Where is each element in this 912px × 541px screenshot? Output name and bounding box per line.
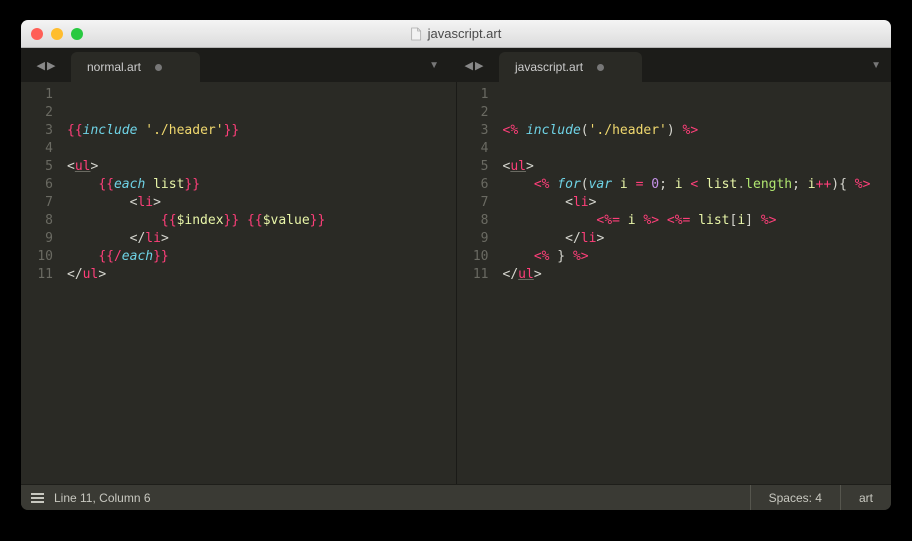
window-title-text: javascript.art xyxy=(428,26,502,41)
indent-setting[interactable]: Spaces: 4 xyxy=(750,485,840,510)
gutter: 1234567891011 xyxy=(21,86,65,484)
line-number: 1 xyxy=(21,86,53,104)
traffic-lights xyxy=(31,28,83,40)
editors-container: 1234567891011 {{include './header'}}<ul>… xyxy=(21,82,891,484)
line-number: 11 xyxy=(21,266,53,284)
editor-pane-right: 1234567891011 <% include('./header') %><… xyxy=(457,82,892,484)
nav-back-icon[interactable]: ◀ xyxy=(37,59,45,72)
code-area[interactable]: 1234567891011 {{include './header'}} <ul>… xyxy=(21,82,456,484)
minimize-icon[interactable] xyxy=(51,28,63,40)
code[interactable]: <% include('./header') %> <ul> <% for(var… xyxy=(501,86,892,484)
line-number: 10 xyxy=(21,248,53,266)
code-line xyxy=(67,140,456,158)
line-number: 6 xyxy=(457,176,489,194)
line-number: 5 xyxy=(21,158,53,176)
line-number: 3 xyxy=(21,122,53,140)
code-line xyxy=(67,86,456,104)
file-icon xyxy=(411,27,422,41)
code-line: </li> xyxy=(503,230,892,248)
chevron-down-icon[interactable]: ▼ xyxy=(429,60,439,71)
dirty-indicator-icon xyxy=(155,64,162,71)
indent-label: Spaces: 4 xyxy=(769,491,822,505)
code-line: </ul> xyxy=(67,266,456,284)
editor-pane-left: 1234567891011 {{include './header'}} <ul>… xyxy=(21,82,457,484)
code-line: {{/each}} xyxy=(67,248,456,266)
tab-javascript-art[interactable]: javascript.art xyxy=(499,52,642,82)
nav-back-icon[interactable]: ◀ xyxy=(465,59,473,72)
tab-label: javascript.art xyxy=(515,60,583,74)
status-bar: Line 11, Column 6 Spaces: 4 art xyxy=(21,484,891,510)
code-area[interactable]: 1234567891011 <% include('./header') %><… xyxy=(457,82,892,484)
code-line: </li> xyxy=(67,230,456,248)
tab-label: normal.art xyxy=(87,60,141,74)
tab-filler-left: ▼ xyxy=(200,48,449,82)
line-number: 2 xyxy=(21,104,53,122)
cursor-position[interactable]: Line 11, Column 6 xyxy=(54,491,151,505)
code-line: <li> xyxy=(503,194,892,212)
line-number: 9 xyxy=(21,230,53,248)
code-line xyxy=(503,104,892,122)
nav-forward-icon[interactable]: ▶ xyxy=(475,59,483,72)
nav-forward-icon[interactable]: ▶ xyxy=(47,59,55,72)
zoom-icon[interactable] xyxy=(71,28,83,40)
gutter: 1234567891011 xyxy=(457,86,501,484)
syntax-setting[interactable]: art xyxy=(840,485,891,510)
pane-nav-right: ◀ ▶ xyxy=(449,48,499,82)
status-left: Line 11, Column 6 xyxy=(21,491,151,505)
pane-nav-left: ◀ ▶ xyxy=(21,48,71,82)
line-number: 8 xyxy=(457,212,489,230)
code-line: </ul> xyxy=(503,266,892,284)
code-line: {{$index}} {{$value}} xyxy=(67,212,456,230)
line-number: 9 xyxy=(457,230,489,248)
code-line: <% } %> xyxy=(503,248,892,266)
code-line xyxy=(503,86,892,104)
chevron-down-icon[interactable]: ▼ xyxy=(871,60,881,71)
code-line: <% for(var i = 0; i < list.length; i++){… xyxy=(503,176,892,194)
tab-normal-art[interactable]: normal.art xyxy=(71,52,200,82)
dirty-indicator-icon xyxy=(597,64,604,71)
code-line: {{include './header'}} xyxy=(67,122,456,140)
line-number: 1 xyxy=(457,86,489,104)
code-line: <% include('./header') %> xyxy=(503,122,892,140)
line-number: 2 xyxy=(457,104,489,122)
code-line: <ul> xyxy=(67,158,456,176)
code-line: {{each list}} xyxy=(67,176,456,194)
tab-strip: ◀ ▶ normal.art ▼ ◀ ▶ javascript.art ▼ xyxy=(21,48,891,82)
code-line: <ul> xyxy=(503,158,892,176)
line-number: 4 xyxy=(457,140,489,158)
code-line xyxy=(503,140,892,158)
syntax-label: art xyxy=(859,491,873,505)
editor-window: javascript.art ◀ ▶ normal.art ▼ ◀ ▶ java… xyxy=(21,20,891,510)
code[interactable]: {{include './header'}} <ul> {{each list}}… xyxy=(65,86,456,484)
titlebar: javascript.art xyxy=(21,20,891,48)
window-title: javascript.art xyxy=(411,26,502,41)
tab-filler-right: ▼ xyxy=(642,48,891,82)
line-number: 3 xyxy=(457,122,489,140)
line-number: 10 xyxy=(457,248,489,266)
line-number: 7 xyxy=(21,194,53,212)
line-number: 5 xyxy=(457,158,489,176)
line-number: 6 xyxy=(21,176,53,194)
line-number: 7 xyxy=(457,194,489,212)
close-icon[interactable] xyxy=(31,28,43,40)
code-line: <%= i %> <%= list[i] %> xyxy=(503,212,892,230)
code-line xyxy=(67,104,456,122)
line-number: 4 xyxy=(21,140,53,158)
line-number: 8 xyxy=(21,212,53,230)
menu-icon[interactable] xyxy=(31,493,44,503)
code-line: <li> xyxy=(67,194,456,212)
line-number: 11 xyxy=(457,266,489,284)
